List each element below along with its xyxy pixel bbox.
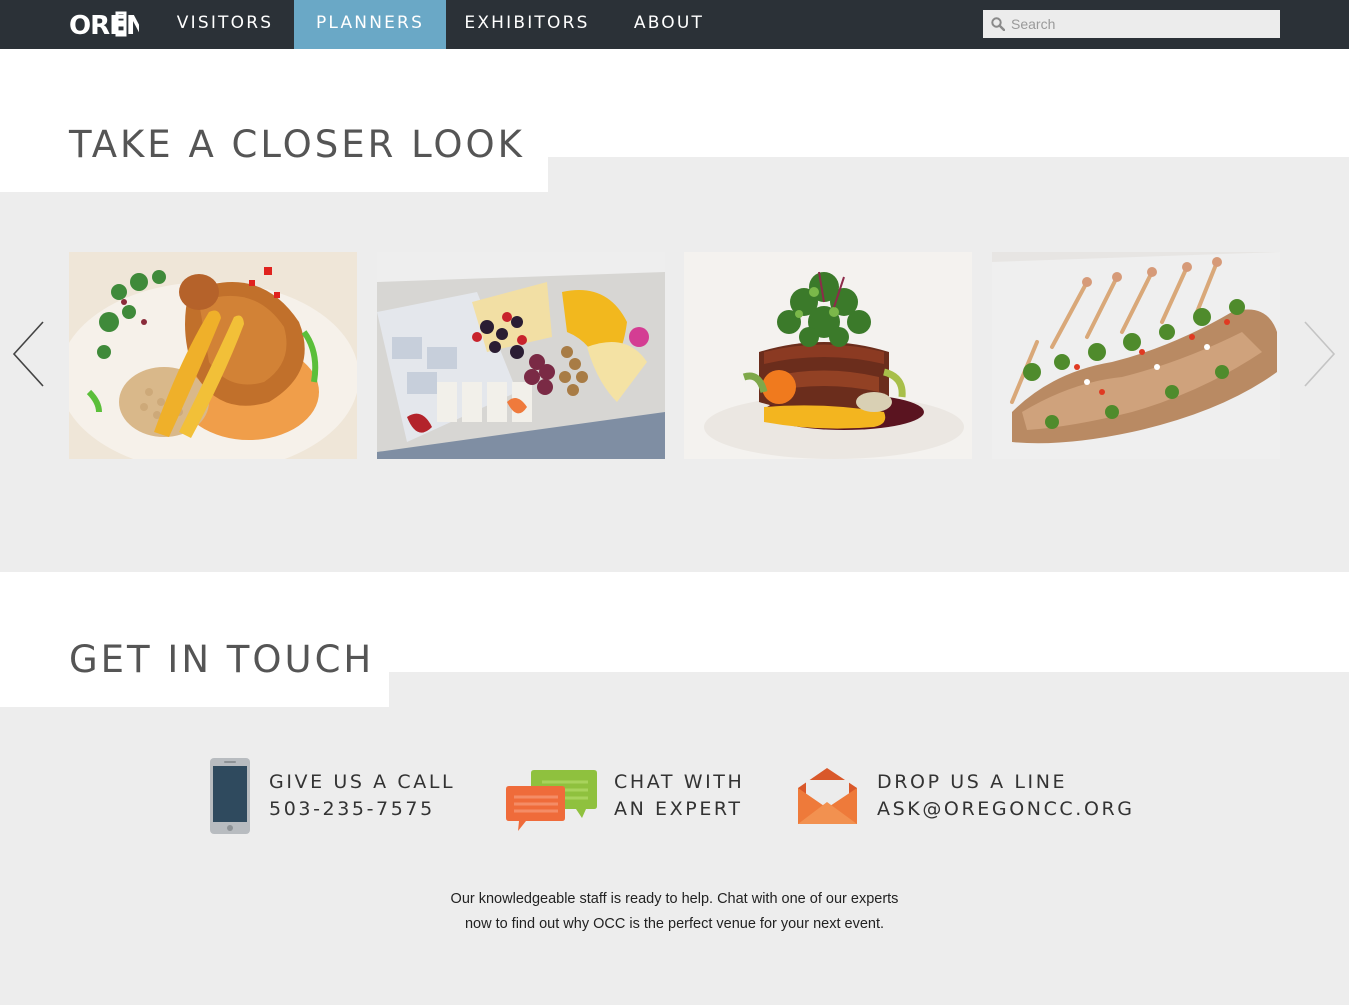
top-nav: ORE N VISITORS PLANNERS EXHIBITORS ABOUT: [0, 0, 1349, 49]
chat-bubbles-icon[interactable]: [504, 768, 598, 834]
email-link[interactable]: ASK@OREGONCC.ORG: [877, 796, 1135, 823]
mail-info: DROP US A LINE ASK@OREGONCC.ORG: [877, 769, 1135, 823]
search-box: [983, 10, 1280, 38]
carousel-prev-arrow-icon[interactable]: [10, 320, 46, 388]
blurb-line-2: now to find out why OCC is the perfect v…: [464, 916, 885, 932]
nav-exhibitors[interactable]: EXHIBITORS: [446, 0, 608, 49]
nav-visitors[interactable]: VISITORS: [160, 0, 290, 49]
search-icon[interactable]: [991, 17, 1005, 31]
search-input[interactable]: [1011, 10, 1276, 38]
nav-about[interactable]: ABOUT: [610, 0, 728, 49]
blurb-line-1: Our knowledgeable staff is ready to help…: [450, 891, 899, 907]
phone-icon: [208, 757, 252, 835]
gallery-photo-4[interactable]: [992, 252, 1280, 459]
mail-label: DROP US A LINE: [877, 771, 1068, 793]
call-label: GIVE US A CALL: [269, 771, 456, 793]
contact-title: GET IN TOUCH: [69, 638, 375, 681]
contact-blurb: Our knowledgeable staff is ready to help…: [400, 887, 949, 937]
svg-text:N: N: [126, 11, 139, 38]
chat-info[interactable]: CHAT WITH AN EXPERT: [614, 769, 744, 823]
gallery-photo-3[interactable]: [684, 252, 972, 459]
chat-label-1[interactable]: CHAT WITH: [614, 769, 744, 796]
carousel-next-arrow-icon[interactable]: [1302, 320, 1338, 388]
oregon-logo[interactable]: ORE N: [69, 10, 148, 41]
gallery-title: TAKE A CLOSER LOOK: [69, 123, 525, 166]
gallery-photo-2[interactable]: [377, 252, 665, 459]
call-info: GIVE US A CALL 503-235-7575: [269, 769, 455, 823]
nav-planners[interactable]: PLANNERS: [294, 0, 446, 49]
chat-label-2[interactable]: AN EXPERT: [614, 796, 744, 823]
contact-section: [0, 672, 1349, 1005]
envelope-icon: [796, 766, 859, 826]
phone-number-link[interactable]: 503-235-7575: [269, 796, 455, 823]
gallery-photo-1[interactable]: [69, 252, 357, 459]
